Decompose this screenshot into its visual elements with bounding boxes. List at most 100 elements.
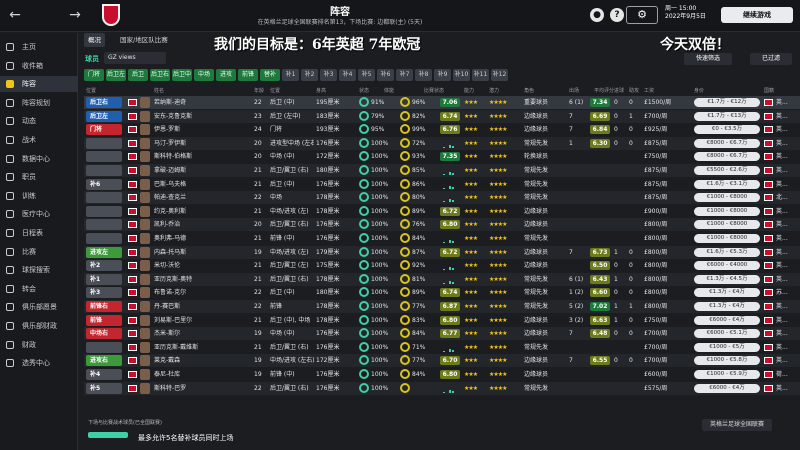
table-row[interactable]: 斯科特-伯格斯 20 中场 (中) 172厘米 100% 93% 7.35 ★★★ ★★★★ 轮换… [84,150,800,163]
filter-chip[interactable]: 后卫 [128,69,148,81]
player-name-link[interactable]: 奥利弗-马德 [154,232,250,245]
table-row[interactable]: 前锋右 丹-赛巴斯 22 前锋 178厘米 100% 77% 6.87 ★★★ ★★★★ 常规先发 5… [84,300,800,313]
position-slot-dropdown[interactable] [86,151,122,163]
table-row[interactable]: 门将 伊恩-罗斯 24 门将 193厘米 95% 99% 6.76 ★★★ ★★★★ 边缘球员 7 6.… [84,123,800,136]
player-name-link[interactable]: 内森-托马斯 [154,246,250,259]
table-row[interactable]: 前锋 刘易斯-巴里尔 21 后卫 (中), 中场 178厘米 100% 83% 6.80 ★★★… [84,314,800,327]
filter-chip[interactable]: 补10 [453,69,470,81]
sidebar-item-4[interactable]: 动态 [0,113,78,129]
filter-chip[interactable]: 补5 [358,69,375,81]
table-row[interactable]: 奥利弗-马德 21 前锋 (中) 176厘米 100% 84% ★★★ ★★★★ 常规先发 £80… [84,232,800,245]
column-header[interactable]: 年龄 [254,87,264,94]
position-slot-dropdown[interactable]: 中场右 [86,328,122,340]
column-header[interactable]: 位置 [270,87,280,94]
filter-chip[interactable]: 补11 [472,69,489,81]
club-crest-icon[interactable] [102,4,120,26]
player-name-link[interactable]: 巴斯-乌夫格 [154,178,250,191]
position-slot-dropdown[interactable]: 补6 [86,178,122,190]
filter-chip[interactable]: 补12 [491,69,508,81]
column-header[interactable]: 助攻 [629,87,639,94]
column-header[interactable]: 国籍 [764,87,774,94]
column-header[interactable]: 角色 [524,87,534,94]
filter-chip[interactable]: 前锋 [238,69,258,81]
player-name-link[interactable]: 斯科特-巴罗 [154,382,250,395]
position-slot-dropdown[interactable] [86,165,122,176]
table-row[interactable]: 补6 巴斯-乌夫格 21 后卫 (中) 176厘米 100% 86% ★★★ ★★★★ 常规先发 £… [84,178,800,191]
position-slot-dropdown[interactable] [86,192,122,204]
position-slot-dropdown[interactable]: 进攻左 [86,246,122,258]
quick-filter-button[interactable]: 快速筛选 [684,53,732,65]
table-row[interactable]: 进攻右 莱克-戴森 19 中场/进攻 (左右) 172厘米 100% 77% 6.70 ★★★ ★… [84,354,800,368]
forward-icon[interactable]: → [66,6,84,24]
column-header[interactable]: 潜力 [489,87,499,94]
table-row[interactable]: 马汀-罗伊斯20进攻型中场 (左右中)176厘米100%72%★★★★★★★常规… [84,136,800,150]
filter-chip[interactable]: 补6 [377,69,394,81]
table-row[interactable]: 中场右 杰米-斯尔 19 中场 (中) 176厘米 100% 84% 6.77 ★★★ ★★★★ 边… [84,327,800,341]
table-row[interactable]: 凯利-乔治 20 后卫/翼卫 (右) 176厘米 100% 76% 6.80 ★★★ ★★★★ 边… [84,218,800,232]
player-name-link[interactable]: 帕迪-查克兰 [154,191,250,204]
column-header[interactable]: 状态 [359,87,369,94]
table-row[interactable]: 帕迪-查克兰 22 中场 178厘米 100% 80% ★★★ ★★★★ 常规先发 £875/周 €… [84,191,800,205]
filter-chip[interactable]: 补1 [282,69,299,81]
player-name-link[interactable]: 拿破-迈姆斯 [154,164,250,177]
table-row[interactable]: 补4 泰尼-杜库 19 前锋 (中) 176厘米 100% 84% 6.80 ★★★ ★★★★ 边缘… [84,368,800,381]
player-name-link[interactable]: 泰尼-杜库 [154,368,250,381]
position-slot-dropdown[interactable] [86,341,122,353]
player-name-link[interactable]: 亚历克斯-奥特 [154,273,250,286]
position-slot-dropdown[interactable] [86,233,122,244]
sidebar-item-14[interactable]: 俱乐部愿景 [0,299,78,315]
column-header[interactable]: 身高 [316,87,326,94]
player-name-link[interactable]: 若纳斯-迪奇 [154,96,250,109]
sidebar-item-8[interactable]: 训练 [0,188,78,204]
player-name-link[interactable]: 杰米-斯尔 [154,327,250,340]
table-row[interactable]: 进攻左 内森-托马斯 19 中场/进攻 (左) 179厘米 100% 87% 6.72 ★★★ ★… [84,245,800,259]
sidebar-item-13[interactable]: 转会 [0,281,78,297]
column-header[interactable]: 进球 [614,87,624,94]
tab-national[interactable]: 国家/地区队比赛 [116,33,172,47]
position-slot-dropdown[interactable]: 后卫右 [86,97,122,108]
position-slot-dropdown[interactable]: 进攻右 [86,355,122,367]
player-name-link[interactable]: 米切-沃伦 [154,259,250,272]
player-name-link[interactable]: 安东-克鲁克斯 [154,110,250,123]
position-slot-dropdown[interactable]: 补1 [86,273,122,285]
position-slot-dropdown[interactable]: 后卫左 [86,110,122,122]
position-slot-dropdown[interactable]: 补3 [86,287,122,299]
table-row[interactable]: 补5 斯科特-巴罗 22 后卫/翼卫 (右) 176厘米 100% ★★★ ★★★★ 常规先发 £… [84,381,800,395]
filter-chip[interactable]: 后卫左 [106,69,126,81]
sidebar-item-7[interactable]: 职员 [0,169,78,185]
player-name-link[interactable]: 凯利-乔治 [154,218,250,231]
filter-chip[interactable]: 补3 [320,69,337,81]
table-row[interactable]: 后卫左 安东-克鲁克斯 23 后卫 (左中) 183厘米 79% 82% 6.74 ★★★ ★★★… [84,109,800,123]
sidebar-item-2[interactable]: 阵容 [0,76,78,93]
table-row[interactable]: 后卫右 若纳斯-迪奇 22 后卫 (中) 195厘米 91% 96% 7.06 ★★★ ★★★★ 重… [84,96,800,109]
player-name-link[interactable]: 莱克-戴森 [154,354,250,367]
column-header[interactable]: 工资 [644,87,654,94]
back-icon[interactable]: ← [6,6,24,24]
position-slot-dropdown[interactable]: 补4 [86,369,122,380]
tab-overview[interactable]: 概况 [84,33,105,47]
player-name-link[interactable]: 马汀-罗伊斯 [154,137,250,150]
sidebar-item-1[interactable]: 收件箱 [0,58,78,74]
position-slot-dropdown[interactable] [86,205,122,217]
column-header[interactable]: 出场 [569,87,579,94]
column-header[interactable]: 位置 [86,87,96,94]
column-header[interactable]: 姓名 [154,87,164,94]
position-slot-dropdown[interactable]: 补2 [86,260,122,272]
position-slot-dropdown[interactable]: 前锋 [86,314,122,326]
sidebar-item-5[interactable]: 战术 [0,132,78,148]
player-name-link[interactable]: 斯科特-伯格斯 [154,150,250,163]
sidebar-item-10[interactable]: 日程表 [0,225,78,241]
filter-chip[interactable]: 后卫右 [150,69,170,81]
column-header[interactable]: 体能 [384,87,394,94]
filter-chip[interactable]: 门将 [84,69,104,81]
player-name-link[interactable]: 约克-奥利斯 [154,205,250,218]
column-header[interactable]: 身价 [694,87,704,94]
sidebar-item-16[interactable]: 财政 [0,337,78,353]
filter-chip[interactable]: 后卫中 [172,69,192,81]
notification-icon[interactable]: ● [590,8,604,22]
sidebar-item-15[interactable]: 俱乐部财政 [0,318,78,334]
filter-chip[interactable]: 补9 [434,69,451,81]
league-selector[interactable]: 英格兰足球全国联赛 [702,419,772,431]
table-row[interactable]: 补1 亚历克斯-奥特 21 后卫/翼卫 (右) 178厘米 100% 81% ★★★ ★★★★ 常… [84,272,800,286]
table-row[interactable]: 补2 米切-沃伦 21 后卫/翼卫 (左) 175厘米 100% 92% ★★★ ★★★★ 边缘球… [84,259,800,272]
